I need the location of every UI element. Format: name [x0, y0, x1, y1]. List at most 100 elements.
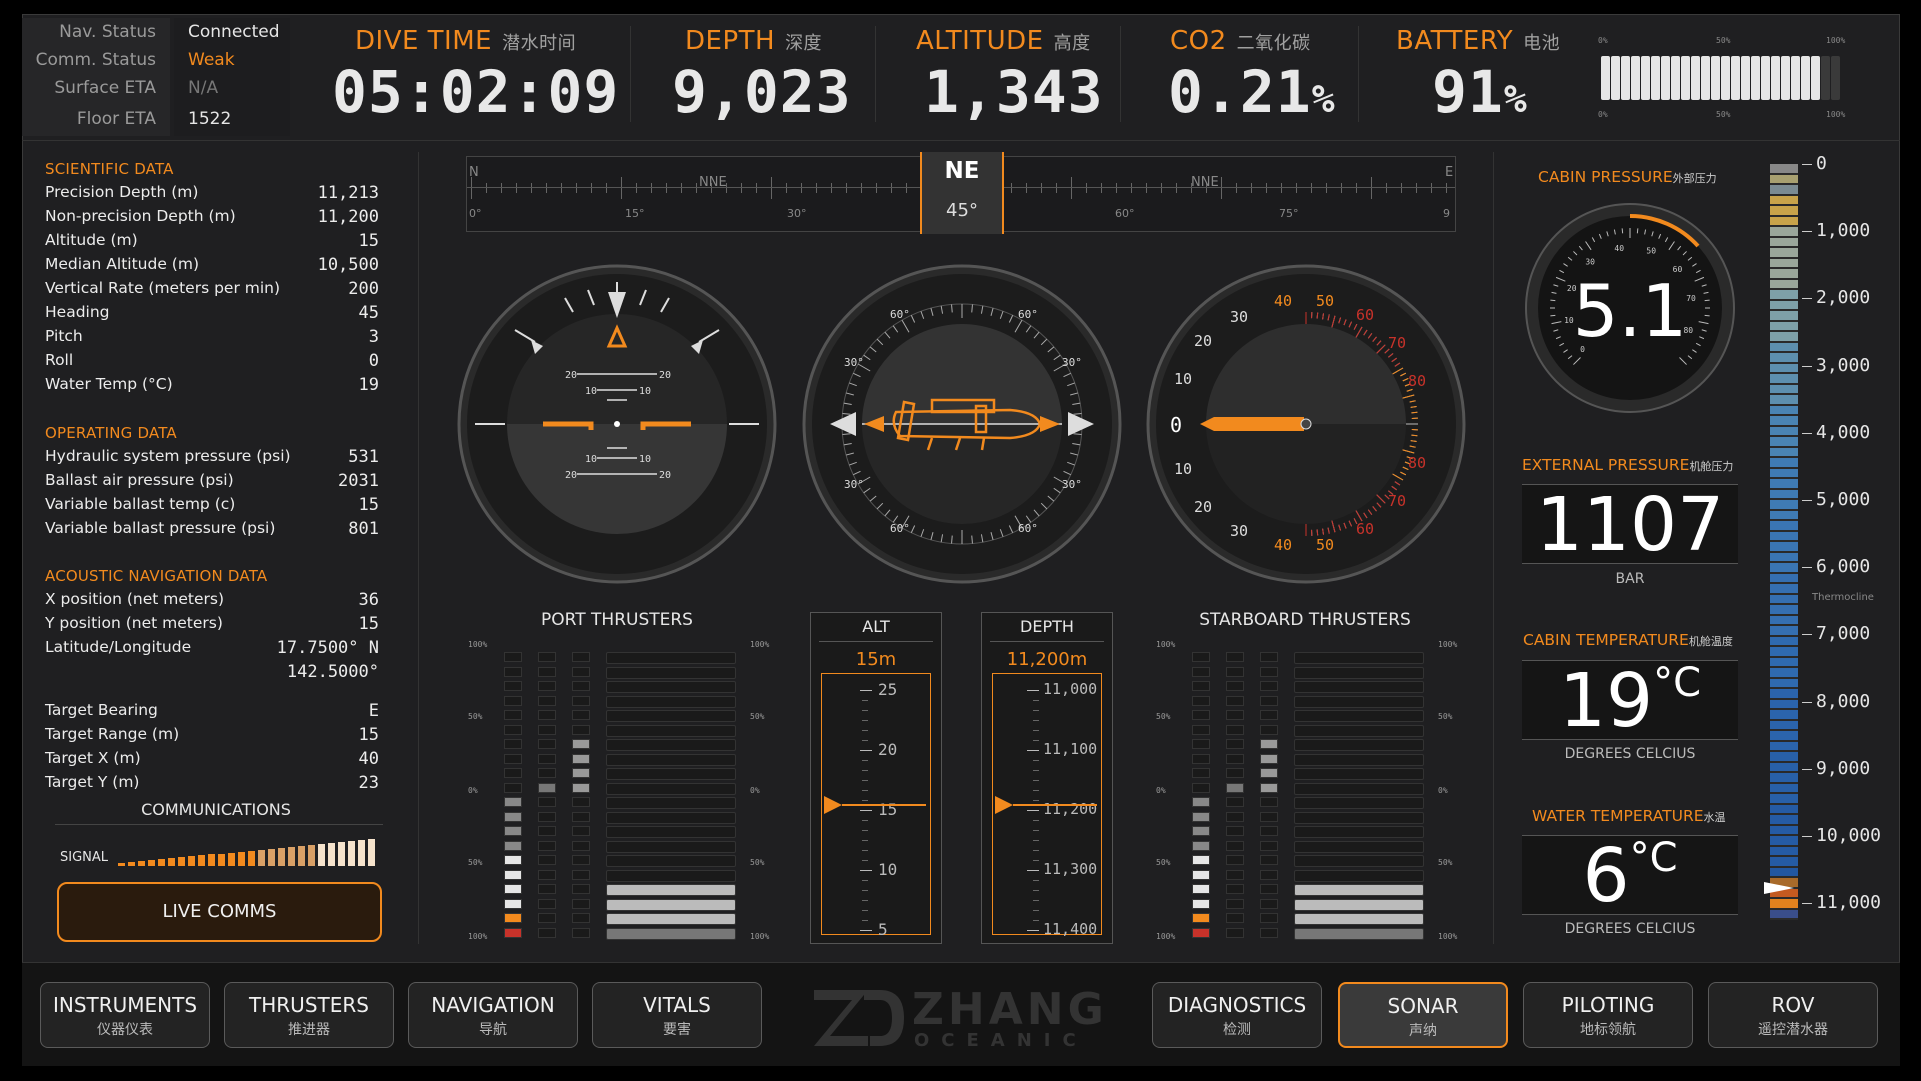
thruster-cell: [1260, 724, 1278, 735]
compass-label: E: [1445, 165, 1454, 180]
status-value: Connected: [174, 18, 290, 46]
live-comms-button[interactable]: LIVE COMMS: [57, 882, 382, 942]
nav-button-vitals[interactable]: VITALS 要害: [592, 982, 762, 1048]
thruster-cell: [572, 782, 590, 793]
thruster-cell: [1260, 826, 1278, 836]
tape-tick-label: 11,400: [1043, 920, 1098, 938]
thruster-bar: [1294, 782, 1424, 795]
dial-bottom-label: 70: [1388, 492, 1406, 510]
data-row-label: Vertical Rate (meters per min): [45, 279, 281, 297]
thruster-cell: [1226, 753, 1244, 764]
data-row: Pitch 3: [45, 327, 379, 351]
tape-tick-label: 25: [878, 680, 898, 699]
metric-cn: 深度: [785, 33, 823, 54]
data-row-label: Latitude/Longitude: [45, 638, 192, 656]
thruster-cell: [1192, 739, 1210, 749]
signal-bar: [208, 854, 215, 866]
thruster-cell: [1192, 826, 1210, 836]
data-row-value: 0: [368, 351, 379, 371]
nav-button-thrusters[interactable]: THRUSTERS 推进器: [224, 982, 394, 1048]
thruster-scale-label: 100%: [1156, 932, 1176, 941]
nav-button-instruments[interactable]: INSTRUMENTS 仪器仪表: [40, 982, 210, 1048]
data-row-label: Target X (m): [45, 748, 141, 767]
external-pressure-title: EXTERNAL PRESSURE机舱压力: [1522, 456, 1734, 474]
signal-bar: [258, 849, 265, 866]
compass-label: N: [469, 165, 479, 180]
cabin-pressure-tick-label: 30: [1585, 258, 1595, 267]
battery-cell: [1601, 56, 1610, 100]
nav-button-diagnostics[interactable]: DIAGNOSTICS 检测: [1152, 982, 1322, 1048]
nav-button-label: NAVIGATION: [431, 993, 555, 1017]
nav-button-sublabel: 地标领航: [1580, 1022, 1636, 1038]
data-row-value: 15: [358, 231, 379, 251]
metric-unit: %: [1311, 77, 1336, 121]
battery-scale-label: 100%: [1826, 110, 1846, 119]
thruster-cell: [572, 811, 590, 822]
status-label: Floor ETA: [22, 102, 170, 136]
nav-button-sublabel: 仪器仪表: [97, 1022, 153, 1038]
nav-button-navigation[interactable]: NAVIGATION 导航: [408, 982, 578, 1048]
thruster-cell: [1226, 869, 1244, 880]
thruster-scale-label: 100%: [468, 640, 488, 649]
thruster-cell: [1260, 797, 1278, 807]
nav-button-piloting[interactable]: PILOTING 地标领航: [1523, 982, 1693, 1048]
nav-button-label: THRUSTERS: [249, 993, 369, 1017]
tape-pointer-icon: [824, 796, 842, 814]
altitude-metric: ALTITUDE 高度 1,343: [916, 26, 1106, 136]
thruster-cell: [1226, 652, 1244, 662]
thruster-cell: [504, 739, 522, 749]
tape-tick-label: 15: [878, 800, 898, 819]
dial-top-label: 40: [1274, 292, 1292, 310]
thruster-scale-label: 50%: [750, 858, 765, 867]
thruster-cell: [504, 695, 522, 706]
metric-value: 91: [1432, 58, 1504, 126]
battery-level-bar: [1601, 52, 1847, 104]
dial-top-label: 50: [1316, 292, 1334, 310]
battery-scale-label: 0%: [1598, 110, 1608, 119]
tape-tick-label: 20: [878, 740, 898, 759]
thruster-cell: [1226, 826, 1244, 836]
depth-scale-label: 6,000: [1816, 556, 1871, 578]
data-row: Target X (m) 40: [45, 749, 379, 773]
data-row-label: Variable ballast pressure (psi): [45, 519, 276, 537]
thruster-cell: [504, 652, 522, 662]
thruster-cell: [1226, 724, 1244, 735]
nav-button-label: INSTRUMENTS: [52, 993, 198, 1017]
thruster-cell: [1192, 898, 1210, 909]
thruster-bar: [606, 826, 736, 838]
metric-value: 1,343: [924, 58, 1104, 126]
nav-button-label: VITALS: [643, 993, 711, 1017]
nav-button-rov[interactable]: ROV 遥控潜水器: [1708, 982, 1878, 1048]
thruster-cell: [572, 739, 590, 749]
thruster-cell: [572, 652, 590, 662]
thruster-cell: [538, 695, 556, 706]
depth-scale-label: 2,000: [1816, 287, 1871, 309]
data-row-value: 15: [358, 724, 379, 745]
data-row: Heading 45: [45, 303, 379, 327]
thruster-cell: [1192, 913, 1210, 923]
metric-cn: 高度: [1053, 33, 1091, 54]
battery-cell: [1691, 56, 1700, 100]
thruster-cell: [538, 913, 556, 923]
roll-label: 60°: [890, 308, 910, 321]
thruster-cell: [1226, 797, 1244, 807]
metric-value: 9,023: [672, 58, 852, 126]
tape-tick-label: 11,300: [1043, 860, 1098, 878]
battery-scale-label: 50%: [1716, 36, 1731, 45]
attitude-indicator: 20 20 10 10 10 10 20 20: [455, 262, 779, 586]
thruster-cell: [1260, 666, 1278, 677]
thruster-scale-label: 100%: [750, 640, 770, 649]
signal-bar: [348, 841, 355, 866]
nav-button-sonar[interactable]: SONAR 声纳: [1338, 982, 1508, 1048]
pitch-label: 10: [639, 454, 651, 465]
thruster-cell: [1260, 869, 1278, 880]
roll-label: 60°: [890, 522, 910, 535]
metric-cn: 潜水时间: [502, 33, 577, 54]
thruster-cell: [1260, 782, 1278, 793]
signal-bar: [298, 845, 305, 866]
nav-button-sublabel: 推进器: [288, 1022, 330, 1038]
cabin-pressure-value: 5.1: [1573, 269, 1688, 353]
metric-label: DEPTH: [685, 26, 776, 56]
data-row-value: E: [368, 700, 379, 721]
thruster-cell: [504, 768, 522, 778]
